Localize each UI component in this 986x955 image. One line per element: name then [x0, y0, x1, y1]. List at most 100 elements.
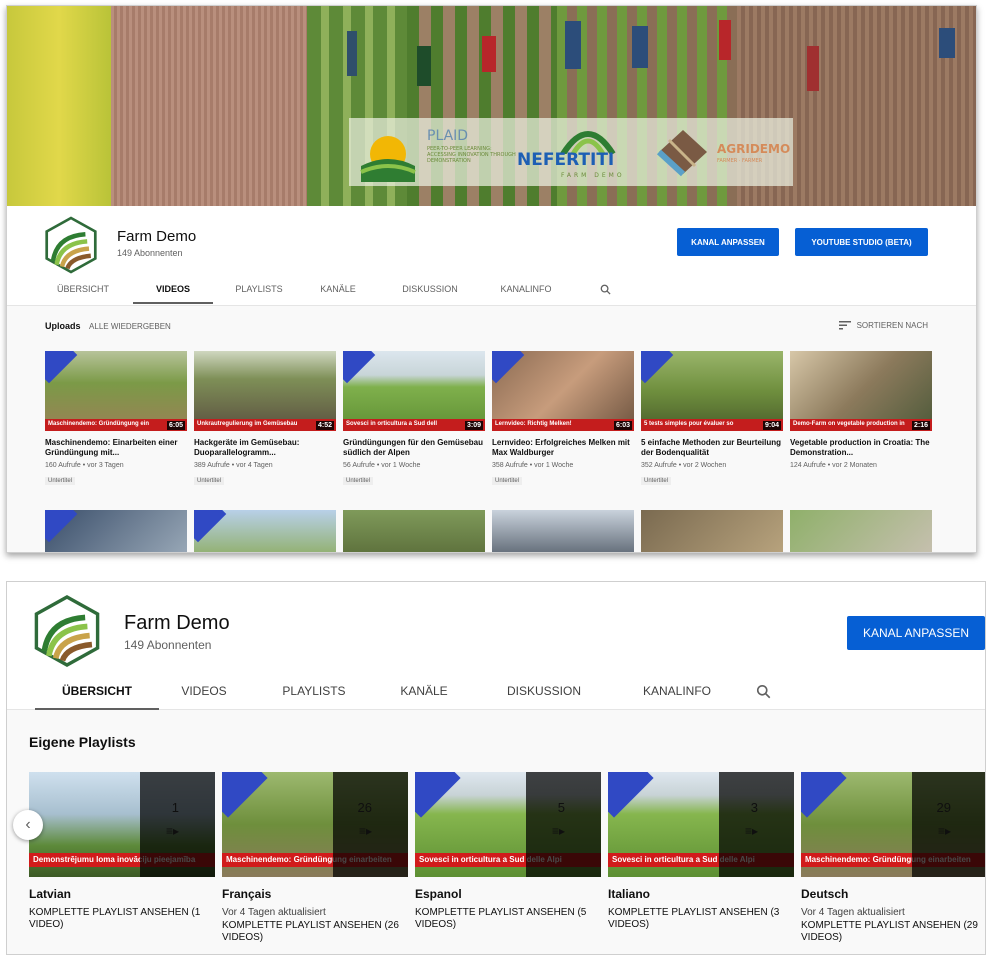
video-title[interactable]: Lernvideo: Erfolgreiches Melken mit Max … [492, 438, 634, 458]
sort-icon [838, 321, 851, 330]
video-thumbnail[interactable] [194, 510, 336, 552]
video-card[interactable] [45, 510, 187, 552]
agridemo-logo-mark [656, 130, 707, 177]
video-card[interactable] [641, 510, 783, 552]
channel-overview-screenshot: Farm Demo 149 Abonnenten KANAL ANPASSEN … [6, 581, 986, 955]
video-card[interactable] [194, 510, 336, 552]
playlist-card[interactable]: Maschinendemo: Gründüngung einarbeiten 2… [222, 772, 408, 944]
tab-discussion[interactable]: DISKUSSION [469, 678, 619, 710]
playlist-thumbnail[interactable]: Maschinendemo: Gründüngung einarbeiten 2… [801, 772, 985, 877]
video-thumbnail[interactable]: Lernvideo: Richtig Melken! 6:03 [492, 351, 634, 431]
playlist-icon: ≡▸ [551, 824, 565, 838]
video-grid: Maschinendemo: Gründüngung ein 6:05 Masc… [45, 351, 935, 487]
playlist-thumbnail[interactable]: Sovesci in orticultura a Sud delle Alpi … [608, 772, 794, 877]
video-duration: 3:09 [464, 421, 483, 430]
tab-overview[interactable]: ÜBERSICHT [47, 278, 119, 304]
tab-overview[interactable]: ÜBERSICHT [35, 678, 159, 710]
tab-playlists[interactable]: PLAYLISTS [249, 678, 379, 710]
uploads-label: Uploads [45, 321, 81, 331]
thumbnail-caption: Sovesci in orticultura a Sud dell [343, 419, 485, 431]
video-card[interactable]: Demo-Farm on vegetable production in 2:1… [790, 351, 932, 487]
thumbnail-caption: Demo-Farm on vegetable production in [790, 419, 932, 431]
video-card[interactable]: 5 tests simples pour évaluer so 9:04 5 e… [641, 351, 783, 487]
plaid-logo-text: PLAID [427, 128, 469, 144]
playlist-icon: ≡▸ [744, 824, 758, 838]
video-title[interactable]: Maschinendemo: Einarbeiten einer Gründün… [45, 438, 187, 458]
channel-name[interactable]: Farm Demo [124, 612, 230, 635]
playlist-thumbnail[interactable]: Maschinendemo: Gründüngung einarbeiten 2… [222, 772, 408, 877]
subtitle-badge: Untertitel [194, 477, 225, 485]
video-title[interactable]: Gründüngungen für den Gemüsebau südlich … [343, 438, 485, 458]
customize-channel-button[interactable]: KANAL ANPASSEN [677, 228, 779, 256]
uploads-header: Uploads ALLE WIEDERGEBEN [45, 321, 171, 331]
view-full-playlist-link[interactable]: KOMPLETTE PLAYLIST ANSEHEN (3 VIDEOS) [608, 907, 794, 931]
agridemo-subtext: FARMER · FARMER [717, 158, 763, 164]
video-thumbnail[interactable]: Sovesci in orticultura a Sud dell 3:09 [343, 351, 485, 431]
video-card[interactable] [492, 510, 634, 552]
view-full-playlist-link[interactable]: KOMPLETTE PLAYLIST ANSEHEN (26 VIDEOS) [222, 920, 408, 944]
plaid-tagline: PEER-TO-PEER LEARNING: ACCESSING INNOVAT… [427, 146, 516, 164]
video-thumbnail[interactable] [492, 510, 634, 552]
video-card[interactable] [343, 510, 485, 552]
video-thumbnail[interactable] [790, 510, 932, 552]
playlist-title[interactable]: Deutsch [801, 887, 985, 901]
playlist-shelf: Demonstrējumu loma inovāciju pieejamība … [29, 772, 985, 944]
playlist-card[interactable]: Demonstrējumu loma inovāciju pieejamība … [29, 772, 215, 944]
video-thumbnail[interactable] [641, 510, 783, 552]
video-card[interactable] [790, 510, 932, 552]
playlist-thumbnail[interactable]: Sovesci in orticultura a Sud delle Alpi … [415, 772, 601, 877]
video-title[interactable]: Hackgeräte im Gemüsebau: Duoparallelogra… [194, 438, 336, 458]
view-full-playlist-link[interactable]: KOMPLETTE PLAYLIST ANSEHEN (5 VIDEOS) [415, 907, 601, 931]
tab-videos[interactable]: VIDEOS [159, 678, 249, 710]
video-card[interactable]: Unkrautregulierung im Gemüsebau 4:52 Hac… [194, 351, 336, 487]
play-all-link[interactable]: ALLE WIEDERGEBEN [89, 322, 171, 331]
subscriber-count: 149 Abonnenten [117, 248, 183, 258]
channel-avatar[interactable] [33, 594, 101, 668]
playlist-card[interactable]: Sovesci in orticultura a Sud delle Alpi … [608, 772, 794, 944]
video-title[interactable]: 5 einfache Methoden zur Beurteilung der … [641, 438, 783, 458]
channel-avatar[interactable] [44, 216, 98, 274]
tab-discussion[interactable]: DISKUSSION [395, 278, 465, 304]
nefertiti-arc-logo [560, 131, 616, 154]
customize-channel-button[interactable]: KANAL ANPASSEN [847, 616, 985, 650]
view-full-playlist-link[interactable]: KOMPLETTE PLAYLIST ANSEHEN (1 VIDEO) [29, 907, 215, 931]
section-title[interactable]: Eigene Playlists [29, 734, 136, 750]
thumbnail-caption: Lernvideo: Richtig Melken! [492, 419, 634, 431]
playlist-icon: ≡▸ [165, 824, 179, 838]
video-thumbnail[interactable] [343, 510, 485, 552]
youtube-studio-button[interactable]: YOUTUBE STUDIO (BETA) [795, 228, 928, 256]
video-duration: 4:52 [315, 421, 334, 430]
video-thumbnail[interactable] [45, 510, 187, 552]
video-duration: 6:03 [613, 421, 632, 430]
tab-videos[interactable]: VIDEOS [133, 278, 213, 304]
search-icon[interactable] [735, 678, 791, 710]
chevron-left-icon: ‹ [25, 816, 31, 833]
sort-button[interactable]: SORTIEREN NACH [838, 321, 928, 330]
video-card[interactable]: Lernvideo: Richtig Melken! 6:03 Lernvide… [492, 351, 634, 487]
playlist-video-count: 3 [750, 800, 758, 815]
playlist-title[interactable]: Français [222, 887, 408, 901]
view-full-playlist-link[interactable]: KOMPLETTE PLAYLIST ANSEHEN (29 VIDEOS) [801, 920, 985, 944]
playlist-card[interactable]: Maschinendemo: Gründüngung einarbeiten 2… [801, 772, 985, 944]
video-card[interactable]: Sovesci in orticultura a Sud dell 3:09 G… [343, 351, 485, 487]
video-thumbnail[interactable]: Demo-Farm on vegetable production in 2:1… [790, 351, 932, 431]
tab-channels[interactable]: KANÄLE [317, 278, 359, 304]
channel-name[interactable]: Farm Demo [117, 228, 196, 245]
shelf-previous-button[interactable]: ‹ [13, 810, 43, 840]
video-thumbnail[interactable]: Maschinendemo: Gründüngung ein 6:05 [45, 351, 187, 431]
video-title[interactable]: Vegetable production in Croatia: The Dem… [790, 438, 932, 458]
video-card[interactable]: Maschinendemo: Gründüngung ein 6:05 Masc… [45, 351, 187, 487]
playlist-updated: Vor 4 Tagen aktualisiert [801, 907, 905, 918]
search-icon[interactable] [597, 278, 613, 304]
playlist-card[interactable]: Sovesci in orticultura a Sud delle Alpi … [415, 772, 601, 944]
playlist-title[interactable]: Espanol [415, 887, 601, 901]
tab-playlists[interactable]: PLAYLISTS [231, 278, 287, 304]
playlist-thumbnail[interactable]: Demonstrējumu loma inovāciju pieejamība … [29, 772, 215, 877]
tab-about[interactable]: KANALINFO [619, 678, 735, 710]
tab-about[interactable]: KANALINFO [491, 278, 561, 304]
video-thumbnail[interactable]: Unkrautregulierung im Gemüsebau 4:52 [194, 351, 336, 431]
tab-channels[interactable]: KANÄLE [379, 678, 469, 710]
video-thumbnail[interactable]: 5 tests simples pour évaluer so 9:04 [641, 351, 783, 431]
playlist-title[interactable]: Latvian [29, 887, 215, 901]
playlist-title[interactable]: Italiano [608, 887, 794, 901]
